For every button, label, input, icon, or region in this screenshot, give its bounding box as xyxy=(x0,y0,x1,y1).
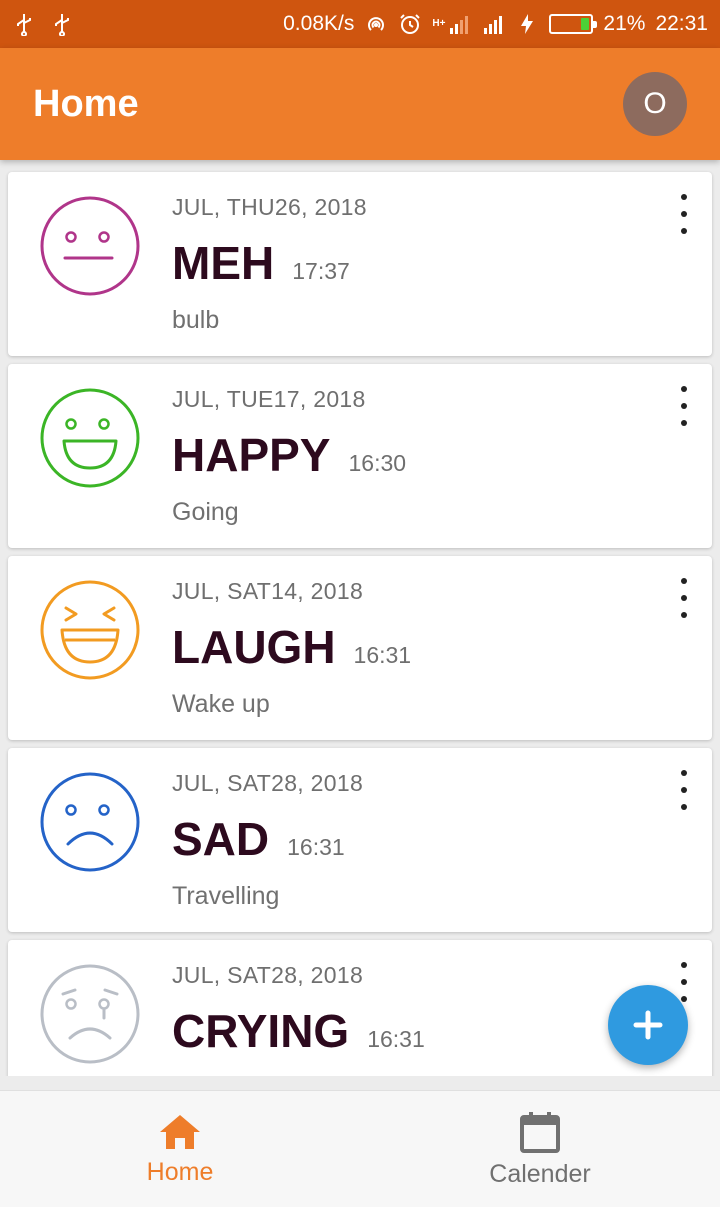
crying-face-icon xyxy=(40,964,140,1064)
laugh-face-icon xyxy=(40,580,140,680)
usb-icon xyxy=(55,14,69,36)
plus-icon xyxy=(633,1010,663,1040)
usb-icon xyxy=(17,14,31,36)
mood-entry-card[interactable]: JUL, TUE17, 2018 HAPPY 16:30 Going xyxy=(8,364,712,548)
nav-calender[interactable]: Calender xyxy=(360,1091,720,1207)
more-options-icon[interactable] xyxy=(674,962,694,1002)
entry-note: Wake up xyxy=(172,690,270,718)
network-type-label: H+ xyxy=(432,18,446,29)
more-options-icon[interactable] xyxy=(674,578,694,618)
add-entry-button[interactable] xyxy=(608,985,688,1065)
entry-note: bulb xyxy=(172,306,220,334)
more-options-icon[interactable] xyxy=(674,386,694,426)
battery-icon xyxy=(549,14,598,34)
entry-time: 16:31 xyxy=(353,642,412,668)
entry-time: 16:31 xyxy=(287,834,345,860)
entry-note: Going xyxy=(172,498,239,526)
more-options-icon[interactable] xyxy=(674,770,694,810)
entry-mood: HAPPY xyxy=(172,429,331,481)
clock: 22:31 xyxy=(655,12,708,35)
entry-date: JUL, TUE17, 2018 xyxy=(172,386,366,412)
status-bar: 0.08K/s H+ 21% 22:31 xyxy=(0,0,720,48)
happy-face-icon xyxy=(40,388,140,488)
nav-home[interactable]: Home xyxy=(0,1091,360,1207)
alarm-icon xyxy=(400,14,421,34)
hotspot-icon xyxy=(368,17,385,31)
entry-date: JUL, THU26, 2018 xyxy=(172,194,367,220)
entry-time: 16:30 xyxy=(348,450,407,476)
signal-icon xyxy=(484,16,503,34)
app-bar: Home O xyxy=(0,48,720,160)
battery-percent: 21% xyxy=(603,12,646,35)
entry-time: 16:31 xyxy=(367,1026,425,1052)
net-speed: 0.08K/s xyxy=(283,12,355,35)
entry-date: JUL, SAT28, 2018 xyxy=(172,770,364,796)
bottom-navigation: Home Calender xyxy=(0,1090,720,1207)
meh-face-icon xyxy=(40,196,140,296)
charging-icon xyxy=(521,14,534,34)
entry-time: 17:37 xyxy=(292,258,350,284)
entry-date: JUL, SAT28, 2018 xyxy=(172,962,364,988)
mood-entry-list: JUL, THU26, 2018 MEH 17:37 bulb JUL, TUE… xyxy=(0,160,720,1076)
mood-entry-card[interactable]: JUL, SAT28, 2018 CRYING 16:31 xyxy=(8,940,712,1076)
home-icon xyxy=(160,1114,200,1149)
mood-entry-card[interactable]: JUL, THU26, 2018 MEH 17:37 bulb xyxy=(8,172,712,356)
entry-mood: CRYING xyxy=(172,1005,350,1057)
sad-face-icon xyxy=(40,772,140,872)
page-title: Home xyxy=(33,82,139,125)
entry-mood: SAD xyxy=(172,813,270,865)
mood-entry-card[interactable]: JUL, SAT14, 2018 LAUGH 16:31 Wake up xyxy=(8,556,712,740)
mood-entry-card[interactable]: JUL, SAT28, 2018 SAD 16:31 Travelling xyxy=(8,748,712,932)
entry-mood: MEH xyxy=(172,237,275,289)
entry-date: JUL, SAT14, 2018 xyxy=(172,578,364,604)
more-options-icon[interactable] xyxy=(674,194,694,234)
nav-calender-label: Calender xyxy=(489,1159,591,1188)
entry-note: Travelling xyxy=(172,882,280,910)
avatar[interactable]: O xyxy=(623,72,687,136)
entry-mood: LAUGH xyxy=(172,621,336,673)
signal-icon xyxy=(450,16,469,34)
calendar-icon xyxy=(520,1111,560,1153)
nav-home-label: Home xyxy=(146,1157,214,1186)
